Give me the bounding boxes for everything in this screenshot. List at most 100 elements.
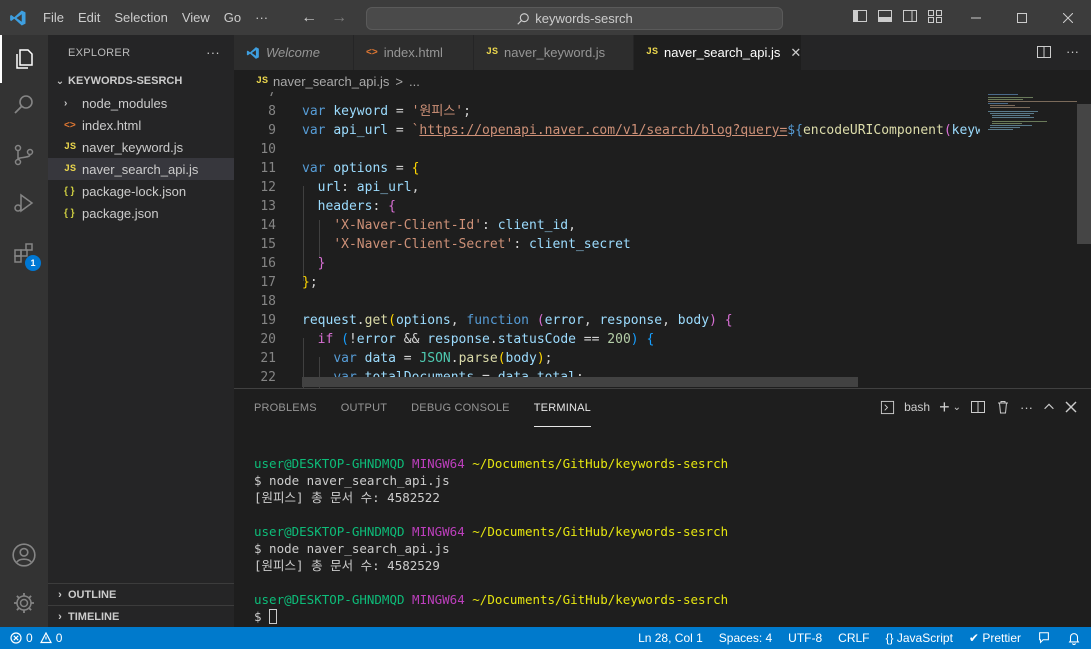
tok[interactable]: https://openapi.naver.com/v1/search/blog… — [419, 123, 787, 138]
tab-problems[interactable]: PROBLEMS — [254, 389, 317, 427]
terminal-cursor — [269, 609, 278, 624]
vscode-logo-icon[interactable] — [0, 0, 36, 35]
tree-item-index-html[interactable]: <> index.html — [48, 114, 234, 136]
minimap[interactable] — [980, 92, 1078, 388]
prettier-status[interactable]: ✔ Prettier — [969, 631, 1021, 645]
line-ending[interactable]: CRLF — [838, 631, 869, 645]
maximize-icon[interactable] — [999, 0, 1045, 35]
tok: == — [575, 332, 608, 347]
toggle-panel-icon[interactable] — [877, 8, 893, 24]
tab-terminal[interactable]: TERMINAL — [533, 389, 591, 427]
tok: error — [356, 332, 396, 347]
tree-item-label: package.json — [82, 205, 159, 221]
menu-selection[interactable]: Selection — [107, 0, 174, 35]
indentation[interactable]: Spaces: 4 — [719, 631, 772, 645]
tab-output[interactable]: OUTPUT — [341, 389, 387, 427]
menu-more[interactable]: ··· — [248, 0, 275, 35]
tree-item-naver-search-api[interactable]: JS naver_search_api.js — [48, 158, 234, 180]
status-left[interactable]: 0 0 — [10, 627, 62, 649]
command-center[interactable]: keywords-sesrch — [366, 7, 783, 30]
source-control-icon[interactable] — [0, 131, 48, 179]
term-host: MINGW64 — [412, 456, 465, 471]
notifications-bell-icon[interactable] — [1067, 631, 1081, 645]
folder-header[interactable]: ⌄ KEYWORDS-SESRCH — [48, 70, 234, 92]
tree-item-package-lock[interactable]: { } package-lock.json — [48, 180, 234, 202]
split-terminal-icon[interactable] — [970, 399, 986, 415]
editor-more-button[interactable]: ··· — [1066, 44, 1079, 60]
terminal-input-line[interactable]: $ — [254, 608, 728, 625]
menu-go[interactable]: Go — [217, 0, 248, 35]
breadcrumb: JS naver_search_api.js > ... — [234, 70, 1091, 92]
menu-file[interactable]: File — [36, 0, 71, 35]
tab-welcome[interactable]: Welcome — [234, 35, 354, 70]
toggle-sidebar-icon[interactable] — [852, 8, 868, 24]
tab-naver-search-api[interactable]: JS naver_search_api.js ✕ — [634, 35, 802, 70]
tab-naver-keyword[interactable]: JS naver_keyword.js — [474, 35, 634, 70]
minimap-preview — [988, 94, 1078, 130]
tok: , — [450, 313, 467, 328]
panel-more-icon[interactable]: ··· — [1020, 400, 1033, 415]
terminal-output[interactable]: user@DESKTOP-GHNDMQD MINGW64 ~/Documents… — [254, 455, 728, 625]
tok: ( — [388, 313, 396, 328]
tok: statusCode — [497, 332, 576, 347]
toggle-secondary-sidebar-icon[interactable] — [902, 8, 918, 24]
language-mode[interactable]: {} JavaScript — [886, 631, 953, 645]
split-editor-icon[interactable] — [1036, 44, 1052, 60]
tab-index-html[interactable]: <> index.html — [354, 35, 474, 70]
horizontal-scrollbar[interactable] — [302, 377, 858, 387]
tok: function — [466, 313, 530, 328]
close-tab-icon[interactable]: ✕ — [790, 45, 801, 61]
minimize-icon[interactable] — [953, 0, 999, 35]
breadcrumb-rest[interactable]: ... — [409, 74, 420, 89]
tab-debug-console[interactable]: DEBUG CONSOLE — [411, 389, 510, 427]
outline-section[interactable]: › OUTLINE — [48, 583, 234, 605]
settings-gear-icon[interactable] — [0, 579, 48, 627]
tok — [717, 313, 725, 328]
tok: headers — [317, 199, 373, 214]
code-text: var data = JSON.parse(body); — [302, 349, 552, 368]
tok: } — [302, 275, 310, 290]
vertical-scrollbar[interactable] — [1077, 92, 1091, 388]
extensions-icon[interactable]: 1 — [0, 229, 48, 277]
tree-item-label: node_modules — [82, 95, 168, 111]
trash-icon[interactable] — [995, 399, 1011, 415]
tree-item-naver-keyword[interactable]: JS naver_keyword.js — [48, 136, 234, 158]
explorer-more-button[interactable]: ··· — [206, 45, 220, 60]
cursor-position[interactable]: Ln 28, Col 1 — [638, 631, 703, 645]
tok: , — [411, 180, 420, 195]
tok: var — [302, 104, 326, 119]
json-file-icon: { } — [64, 207, 75, 219]
code-line: 10 — [234, 140, 980, 159]
chevron-right-icon: › — [58, 588, 62, 601]
terminal-shell-label[interactable]: bash — [904, 400, 930, 414]
tok: var — [333, 351, 357, 366]
tok: = — [395, 351, 420, 366]
language-label: JavaScript — [896, 631, 953, 645]
scrollbar-thumb[interactable] — [1077, 104, 1091, 244]
explorer-icon[interactable] — [0, 35, 48, 83]
back-arrow-icon[interactable]: ← — [301, 9, 317, 27]
tree-item-node-modules[interactable]: › node_modules — [48, 92, 234, 114]
maximize-panel-icon[interactable] — [1042, 400, 1056, 414]
new-terminal-icon[interactable]: + — [939, 398, 950, 416]
term-path: ~/Documents/GitHub/keywords-sesrch — [472, 524, 729, 539]
forward-arrow-icon[interactable]: → — [331, 9, 347, 27]
accounts-icon[interactable] — [0, 531, 48, 579]
menu-view[interactable]: View — [175, 0, 217, 35]
feedback-icon[interactable] — [1037, 631, 1051, 645]
code-editor[interactable]: 7 8 var keyword = '원피스'; 9 var api_url = `… — [234, 92, 1091, 388]
close-panel-icon[interactable] — [1065, 401, 1077, 413]
tok: ; — [309, 275, 318, 290]
menu-edit[interactable]: Edit — [71, 0, 107, 35]
breadcrumb-file[interactable]: naver_search_api.js — [273, 74, 389, 89]
term-path: ~/Documents/GitHub/keywords-sesrch — [472, 592, 729, 607]
timeline-section[interactable]: › TIMELINE — [48, 605, 234, 627]
file-encoding[interactable]: UTF-8 — [788, 631, 822, 645]
search-sidebar-icon[interactable] — [0, 81, 48, 129]
close-window-icon[interactable] — [1045, 0, 1091, 35]
customize-layout-icon[interactable] — [927, 8, 943, 24]
tree-item-package-json[interactable]: { } package.json — [48, 202, 234, 224]
chevron-down-icon[interactable]: ⌄ — [953, 402, 961, 413]
run-debug-icon[interactable] — [0, 179, 48, 227]
vscode-tab-icon — [246, 46, 259, 59]
